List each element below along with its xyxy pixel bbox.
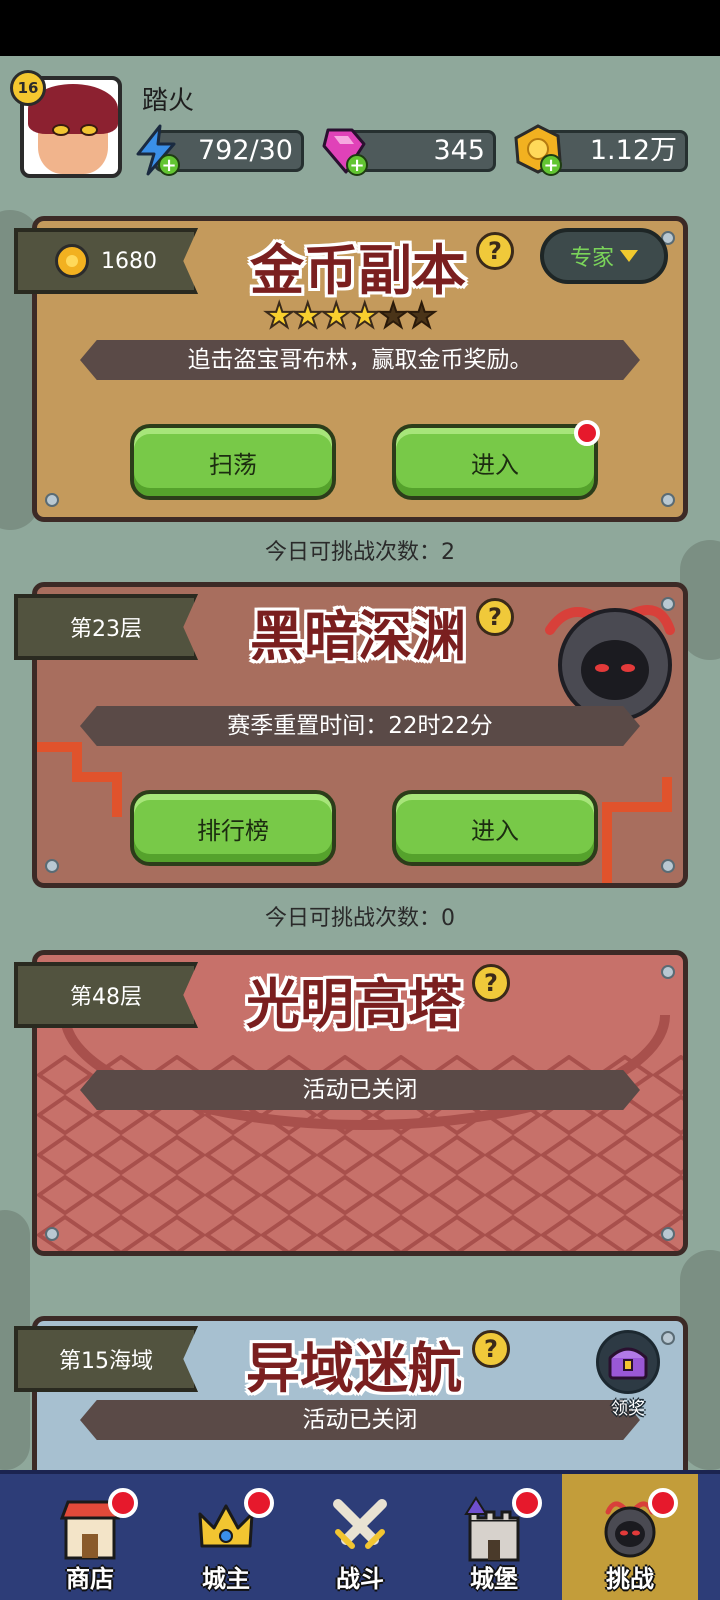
gold-enter-button[interactable]: 进入 <box>392 424 598 500</box>
chevron-down-icon <box>620 250 638 262</box>
abyss-help-button[interactable]: ? <box>476 598 514 636</box>
star-filled-icon: ★ <box>263 295 296 337</box>
bottom-nav: 商店 城主 战斗 城堡 挑战 <box>0 1470 720 1600</box>
avatar-eye-left <box>52 124 70 136</box>
coin-icon <box>55 244 89 278</box>
avatar-eye-right <box>80 124 98 136</box>
player-name: 踏火 <box>142 86 195 116</box>
abyss-floor-ribbon: 第23层 <box>14 594 198 660</box>
notification-dot <box>244 1488 274 1518</box>
sweep-button[interactable]: 扫荡 <box>130 424 336 500</box>
difficulty-dropdown[interactable]: 专家 <box>540 228 668 284</box>
nav-challenge-label: 挑战 <box>606 1565 654 1593</box>
star-empty-icon: ★ <box>377 295 410 337</box>
dark-abyss-title: 黑暗深渊 <box>250 605 466 668</box>
treasure-chest-icon <box>608 1347 648 1380</box>
nav-shop-label: 商店 <box>66 1565 114 1593</box>
claim-circle <box>596 1330 660 1394</box>
gold-tries-text: 今日可挑战次数：2 <box>265 540 455 565</box>
abyss-tries-text: 今日可挑战次数：0 <box>265 906 455 931</box>
nav-lord-label: 城主 <box>202 1565 250 1593</box>
gold-help-button[interactable]: ? <box>476 232 514 270</box>
notification-dot <box>574 420 600 446</box>
tower-help-button[interactable]: ? <box>472 964 510 1002</box>
level-badge: 16 <box>10 70 46 106</box>
notification-dot <box>512 1488 542 1518</box>
claim-reward-label: 领奖 <box>611 1399 645 1419</box>
lava-pattern <box>602 777 672 883</box>
rivet <box>45 493 59 507</box>
notification-dot <box>108 1488 138 1518</box>
rivet <box>661 493 675 507</box>
add-gold-button[interactable]: + <box>540 154 562 176</box>
sea-status: 活动已关闭 <box>80 1400 640 1440</box>
status-bar <box>0 0 720 56</box>
difficulty-stars: ★★★★★★ <box>263 295 438 337</box>
abyss-enter-button[interactable]: 进入 <box>392 790 598 866</box>
sea-help-button[interactable]: ? <box>472 1330 510 1368</box>
notification-dot <box>648 1488 678 1518</box>
gold-cost-ribbon: 1680 <box>14 228 198 294</box>
claim-reward-button[interactable]: 领奖 <box>592 1330 664 1430</box>
rivet <box>661 859 675 873</box>
abyss-reset-time: 赛季重置时间：22时22分 <box>80 706 640 746</box>
rivet <box>661 965 675 979</box>
gold-cost-value: 1680 <box>101 248 157 274</box>
nav-battle-label: 战斗 <box>336 1565 384 1593</box>
leaderboard-button[interactable]: 排行榜 <box>130 790 336 866</box>
star-filled-icon: ★ <box>291 295 324 337</box>
bright-tower-title: 光明高塔 <box>246 973 462 1036</box>
rivet <box>661 1227 675 1241</box>
nav-shop[interactable]: 商店 <box>22 1474 158 1600</box>
rivet <box>45 859 59 873</box>
tower-pattern <box>37 1015 683 1251</box>
star-filled-icon: ★ <box>320 295 353 337</box>
tower-floor-ribbon: 第48层 <box>14 962 198 1028</box>
nav-castle-label: 城堡 <box>470 1565 518 1593</box>
nav-castle[interactable]: 城堡 <box>426 1474 562 1600</box>
crossed-swords-icon <box>333 1499 387 1549</box>
gold-description: 追击盗宝哥布林，赢取金币奖励。 <box>80 340 640 380</box>
star-filled-icon: ★ <box>348 295 381 337</box>
nav-lord[interactable]: 城主 <box>158 1474 294 1600</box>
add-energy-button[interactable]: + <box>158 154 180 176</box>
rivet <box>45 1227 59 1241</box>
sea-zone-ribbon: 第15海域 <box>14 1326 198 1392</box>
tower-status: 活动已关闭 <box>80 1070 640 1110</box>
nav-challenge[interactable]: 挑战 <box>562 1474 698 1600</box>
add-gems-button[interactable]: + <box>346 154 368 176</box>
difficulty-label: 专家 <box>569 246 614 271</box>
star-empty-icon: ★ <box>405 295 438 337</box>
lava-pattern <box>37 742 122 817</box>
strange-sea-title: 异域迷航 <box>246 1337 462 1400</box>
gold-dungeon-title: 金币副本 <box>250 239 466 302</box>
nav-battle[interactable]: 战斗 <box>292 1474 428 1600</box>
